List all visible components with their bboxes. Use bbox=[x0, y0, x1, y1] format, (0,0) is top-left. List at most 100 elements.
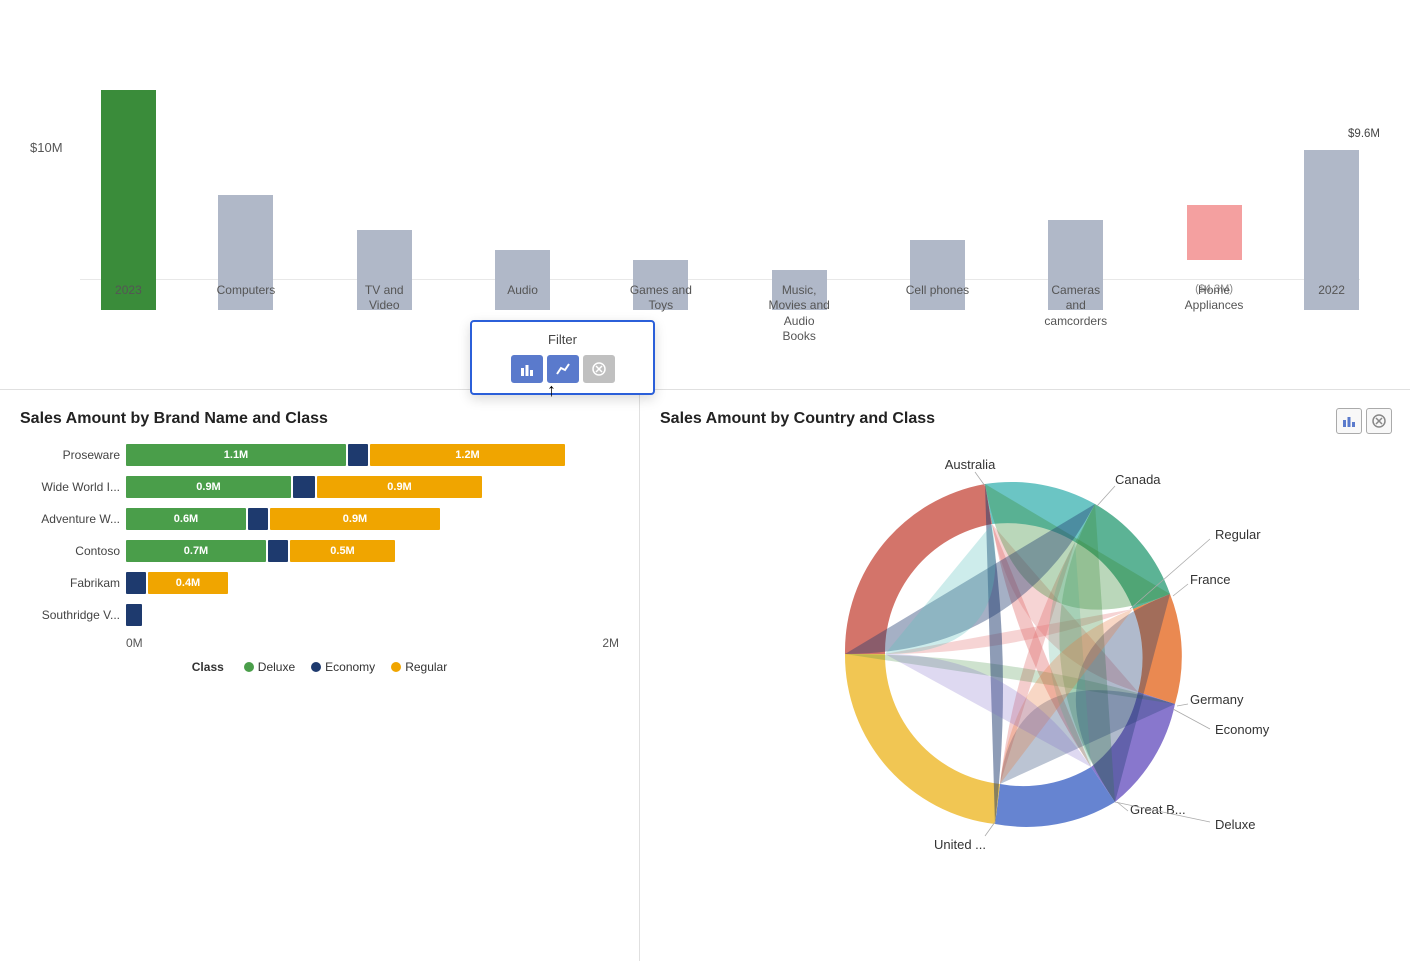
brand-row-proseware: Proseware 1.1M 1.2M bbox=[20, 444, 619, 466]
contoso-navy-bar bbox=[268, 540, 288, 562]
brand-row-wide-world: Wide World I... 0.9M 0.9M bbox=[20, 476, 619, 498]
home-appliances-neg-bar bbox=[1187, 205, 1242, 260]
contoso-green-bar: 0.7M bbox=[126, 540, 266, 562]
brand-bars-contoso: 0.7M 0.5M bbox=[126, 540, 395, 562]
label-france: France bbox=[1190, 572, 1230, 587]
legend-deluxe-dot bbox=[244, 662, 254, 672]
x-axis-labels: 2023 Computers TV andVideo Audio Games a… bbox=[80, 283, 1380, 345]
right-panel-toolbar[interactable] bbox=[1336, 408, 1392, 434]
brand-row-southridge: Southridge V... bbox=[20, 604, 619, 626]
x-label-2m: 2M bbox=[602, 636, 619, 650]
chord-diagram-container: Australia Canada France Germany Great B.… bbox=[660, 444, 1390, 864]
chord-diagram: Australia Canada France Germany Great B.… bbox=[775, 444, 1275, 864]
x-label-music: Music,Movies andAudioBooks bbox=[730, 283, 868, 345]
filter-cancel-icon bbox=[591, 361, 607, 377]
label-regular: Regular bbox=[1215, 527, 1261, 542]
cancel-icon bbox=[1372, 414, 1386, 428]
adventure-navy-bar bbox=[248, 508, 268, 530]
bar-2022: $9.6M bbox=[1283, 20, 1380, 310]
bottom-panels: Sales Amount by Brand Name and Class Pro… bbox=[0, 390, 1410, 961]
legend-regular-dot bbox=[391, 662, 401, 672]
filter-icons bbox=[486, 355, 639, 383]
legend-class-label: Class bbox=[192, 660, 224, 674]
brand-row-fabrikam: Fabrikam 0.4M bbox=[20, 572, 619, 594]
brand-row-contoso: Contoso 0.7M 0.5M bbox=[20, 540, 619, 562]
bar-tv-video bbox=[315, 20, 453, 310]
fabrikam-navy-bar bbox=[126, 572, 146, 594]
proseware-gold-bar: 1.2M bbox=[370, 444, 565, 466]
filter-line-chart-btn[interactable] bbox=[547, 355, 579, 383]
legend-deluxe: Deluxe bbox=[244, 660, 295, 674]
bar-chart-icon bbox=[1342, 414, 1356, 428]
legend-deluxe-label: Deluxe bbox=[258, 660, 295, 674]
y-axis-label: $10M bbox=[30, 140, 63, 155]
proseware-navy-bar bbox=[348, 444, 368, 466]
right-panel: Sales Amount by Country and Class bbox=[640, 390, 1410, 961]
contoso-gold-bar: 0.5M bbox=[290, 540, 395, 562]
brand-label-fabrikam: Fabrikam bbox=[20, 576, 120, 590]
bar-computers bbox=[177, 20, 315, 310]
brand-label-contoso: Contoso bbox=[20, 544, 120, 558]
brand-bars-proseware: 1.1M 1.2M bbox=[126, 444, 565, 466]
bar-home-appliances: ($1.4M) ($4.3M) bbox=[1145, 20, 1283, 310]
proseware-green-bar: 1.1M bbox=[126, 444, 346, 466]
brand-chart: Proseware 1.1M 1.2M Wide World I... 0.9M… bbox=[20, 444, 619, 626]
fabrikam-gold-bar: 0.4M bbox=[148, 572, 228, 594]
brand-bars-southridge bbox=[126, 604, 142, 626]
filter-bar-icon bbox=[519, 361, 535, 377]
brand-bars-fabrikam: 0.4M bbox=[126, 572, 228, 594]
x-label-cameras: Camerasandcamcorders bbox=[1007, 283, 1145, 345]
legend-economy: Economy bbox=[311, 660, 375, 674]
brand-label-southridge: Southridge V... bbox=[20, 608, 120, 622]
brand-label-proseware: Proseware bbox=[20, 448, 120, 462]
x-label-computers: Computers bbox=[177, 283, 315, 345]
wide-world-green-bar: 0.9M bbox=[126, 476, 291, 498]
bar-cameras bbox=[1007, 20, 1145, 310]
x-label-cell: Cell phones bbox=[868, 283, 1006, 345]
filter-popup-title: Filter bbox=[486, 332, 639, 347]
filter-popup[interactable]: Filter ↑ bbox=[470, 320, 655, 395]
brand-label-wide-world: Wide World I... bbox=[20, 480, 120, 494]
brand-label-adventure: Adventure W... bbox=[20, 512, 120, 526]
label-united: United ... bbox=[934, 837, 986, 852]
bar-chart-toolbar-btn[interactable] bbox=[1336, 408, 1362, 434]
filter-cancel-btn[interactable] bbox=[583, 355, 615, 383]
adventure-gold-bar: 0.9M bbox=[270, 508, 440, 530]
brand-bars-adventure: 0.6M 0.9M bbox=[126, 508, 440, 530]
x-label-2022: 2022 bbox=[1283, 283, 1380, 345]
label-deluxe: Deluxe bbox=[1215, 817, 1255, 832]
left-panel-title: Sales Amount by Brand Name and Class bbox=[20, 410, 619, 428]
filter-bar-chart-btn[interactable] bbox=[511, 355, 543, 383]
x-label-0m: 0M bbox=[126, 636, 143, 650]
bar-cellphones bbox=[868, 20, 1006, 310]
bar-music bbox=[730, 20, 868, 310]
label-australia: Australia bbox=[945, 457, 996, 472]
bar-games bbox=[592, 20, 730, 310]
bar-audio bbox=[453, 20, 591, 310]
bar-2022-label: $9.6M bbox=[1348, 128, 1380, 140]
x-label-2023: 2023 bbox=[80, 283, 177, 345]
top-chart-panel: $10M $11.8M bbox=[0, 0, 1410, 390]
label-germany: Germany bbox=[1190, 692, 1244, 707]
bar-2023-green bbox=[101, 90, 156, 310]
right-panel-title: Sales Amount by Country and Class bbox=[660, 410, 1390, 428]
cursor-pointer: ↑ bbox=[547, 380, 556, 401]
legend-regular-label: Regular bbox=[405, 660, 447, 674]
adventure-green-bar: 0.6M bbox=[126, 508, 246, 530]
legend-economy-dot bbox=[311, 662, 321, 672]
brand-row-adventure: Adventure W... 0.6M 0.9M bbox=[20, 508, 619, 530]
legend-economy-label: Economy bbox=[325, 660, 375, 674]
left-panel: Sales Amount by Brand Name and Class Pro… bbox=[0, 390, 640, 961]
x-label-home: HomeAppliances bbox=[1145, 283, 1283, 345]
southridge-navy-bar bbox=[126, 604, 142, 626]
label-economy: Economy bbox=[1215, 722, 1270, 737]
brand-legend: Class Deluxe Economy Regular bbox=[20, 660, 619, 674]
cancel-toolbar-btn[interactable] bbox=[1366, 408, 1392, 434]
label-canada: Canada bbox=[1115, 472, 1161, 487]
wide-world-gold-bar: 0.9M bbox=[317, 476, 482, 498]
filter-line-icon bbox=[555, 361, 571, 377]
x-label-tv: TV andVideo bbox=[315, 283, 453, 345]
x-axis-brand-chart: 0M 2M bbox=[20, 636, 619, 650]
legend-regular: Regular bbox=[391, 660, 447, 674]
wide-world-navy-bar bbox=[293, 476, 315, 498]
